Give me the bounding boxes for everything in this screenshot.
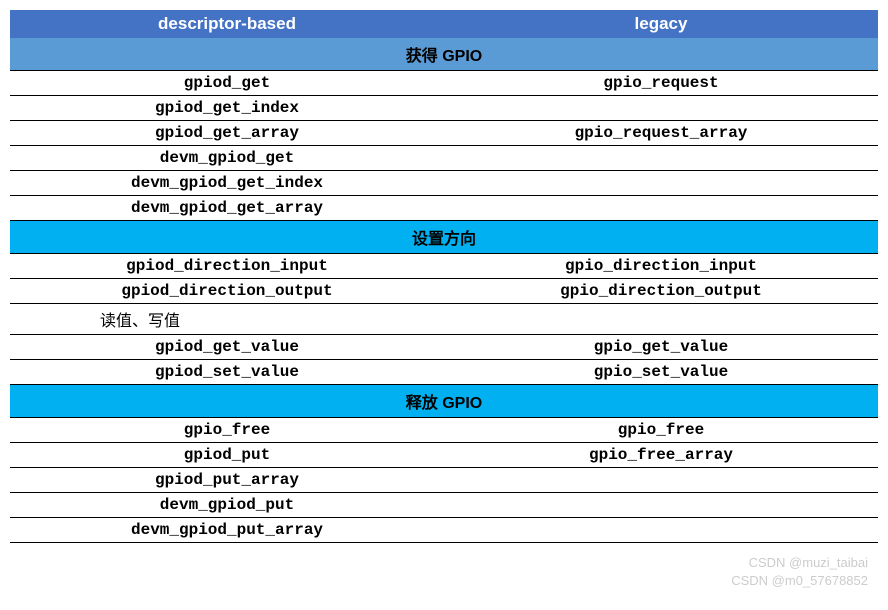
cell: gpio_get_value <box>444 335 878 360</box>
section-header-direction: 设置方向 <box>10 221 878 254</box>
table-row: gpio_freegpio_free <box>10 418 878 443</box>
cell <box>444 171 878 196</box>
cell <box>444 493 878 518</box>
table-row: gpiod_get_valuegpio_get_value <box>10 335 878 360</box>
cell: gpio_direction_input <box>444 254 878 279</box>
table-row: gpiod_get_index <box>10 96 878 121</box>
cell: gpiod_get <box>10 71 444 96</box>
cell: gpio_free <box>444 418 878 443</box>
watermark-line1: CSDN @muzi_taibai <box>731 554 868 572</box>
table-row: devm_gpiod_put <box>10 493 878 518</box>
cell: devm_gpiod_get_array <box>10 196 444 221</box>
cell: devm_gpiod_put_array <box>10 518 444 543</box>
section-title: 设置方向 <box>10 221 878 254</box>
table-row: devm_gpiod_get_array <box>10 196 878 221</box>
cell: gpio_direction_output <box>444 279 878 304</box>
table-row: gpiod_set_valuegpio_set_value <box>10 360 878 385</box>
cell <box>444 196 878 221</box>
cell: gpiod_direction_input <box>10 254 444 279</box>
cell <box>444 518 878 543</box>
cell <box>444 468 878 493</box>
watermark-line2: CSDN @m0_57678852 <box>731 572 868 590</box>
table-row: gpiod_getgpio_request <box>10 71 878 96</box>
cell: devm_gpiod_put <box>10 493 444 518</box>
cell: gpio_free_array <box>444 443 878 468</box>
table-row: devm_gpiod_get <box>10 146 878 171</box>
cell: devm_gpiod_get_index <box>10 171 444 196</box>
watermark: CSDN @muzi_taibai CSDN @m0_57678852 <box>731 554 868 590</box>
table-row: devm_gpiod_put_array <box>10 518 878 543</box>
table-row: gpiod_put_array <box>10 468 878 493</box>
section-header-get-gpio: 获得 GPIO <box>10 38 878 71</box>
header-col2: legacy <box>444 10 878 38</box>
cell: gpiod_set_value <box>10 360 444 385</box>
cell <box>444 146 878 171</box>
table-row: gpiod_putgpio_free_array <box>10 443 878 468</box>
cell: gpio_free <box>10 418 444 443</box>
cell <box>444 96 878 121</box>
cell: gpio_request_array <box>444 121 878 146</box>
table-row: gpiod_direction_inputgpio_direction_inpu… <box>10 254 878 279</box>
gpio-api-table: descriptor-based legacy 获得 GPIO gpiod_ge… <box>10 10 878 543</box>
cell: devm_gpiod_get <box>10 146 444 171</box>
cell: gpiod_put_array <box>10 468 444 493</box>
section-title: 获得 GPIO <box>10 38 878 71</box>
cell: gpio_set_value <box>444 360 878 385</box>
table-header-row: descriptor-based legacy <box>10 10 878 38</box>
table-row: devm_gpiod_get_index <box>10 171 878 196</box>
cell: gpiod_get_index <box>10 96 444 121</box>
table-row: gpiod_direction_outputgpio_direction_out… <box>10 279 878 304</box>
cell: gpiod_direction_output <box>10 279 444 304</box>
header-col1: descriptor-based <box>10 10 444 38</box>
subsection-title: 读值、写值 <box>10 304 878 335</box>
cell: gpiod_put <box>10 443 444 468</box>
table-row: gpiod_get_arraygpio_request_array <box>10 121 878 146</box>
cell: gpiod_get_array <box>10 121 444 146</box>
cell: gpiod_get_value <box>10 335 444 360</box>
cell: gpio_request <box>444 71 878 96</box>
section-header-free-gpio: 释放 GPIO <box>10 385 878 418</box>
subsection-read-write: 读值、写值 <box>10 304 878 335</box>
section-title: 释放 GPIO <box>10 385 878 418</box>
